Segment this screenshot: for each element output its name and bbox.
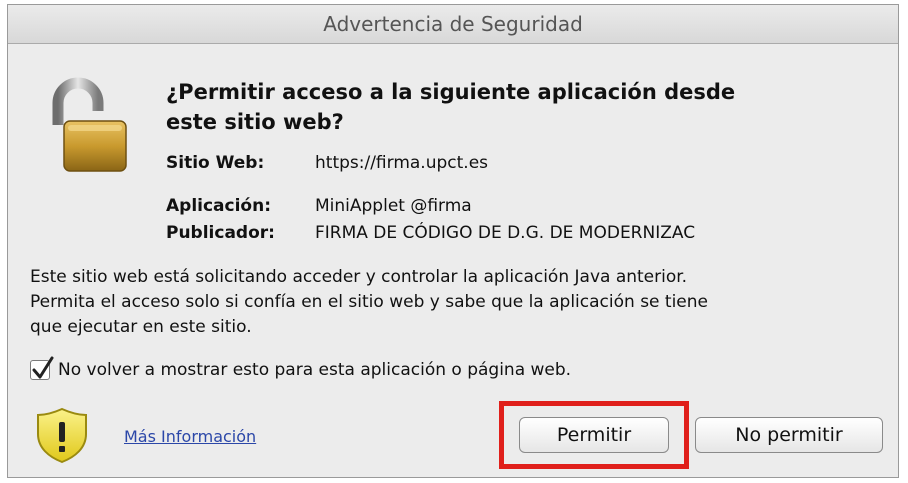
deny-button[interactable]: No permitir (695, 417, 883, 453)
checkmark-icon (32, 356, 54, 379)
dont-show-again-label[interactable]: No volver a mostrar esto para esta aplic… (58, 360, 571, 380)
site-value: https://firma.upct.es (315, 153, 489, 173)
site-label: Sitio Web: (166, 153, 265, 173)
title-bar[interactable]: Advertencia de Seguridad (8, 5, 898, 44)
dont-show-again-checkbox[interactable] (30, 356, 54, 380)
open-padlock-icon (44, 73, 134, 181)
application-value: MiniApplet @firma (315, 196, 472, 216)
publisher-label: Publicador: (166, 223, 275, 243)
heading-line-1: ¿Permitir acceso a la siguiente aplicaci… (166, 80, 736, 104)
heading-line-2: este sitio web? (166, 110, 344, 134)
message-line-1: Este sitio web está solicitando acceder … (30, 267, 688, 287)
application-label: Aplicación: (166, 196, 272, 216)
warning-shield-icon (33, 406, 91, 468)
message-line-2: Permita el acceso solo si confía en el s… (30, 292, 708, 312)
publisher-value: FIRMA DE CÓDIGO DE D.G. DE MODERNIZAC (315, 223, 696, 243)
window-title: Advertencia de Seguridad (323, 12, 583, 36)
message-line-3: que ejecutar en este sitio. (30, 317, 252, 337)
allow-button[interactable]: Permitir (519, 417, 669, 453)
warning-message: Este sitio web está solicitando acceder … (30, 265, 850, 340)
dialog-heading: ¿Permitir acceso a la siguiente aplicaci… (166, 77, 826, 137)
more-info-link[interactable]: Más Información (124, 427, 256, 446)
security-warning-dialog: Advertencia de Seguridad ¿Permitir acces… (7, 4, 899, 478)
